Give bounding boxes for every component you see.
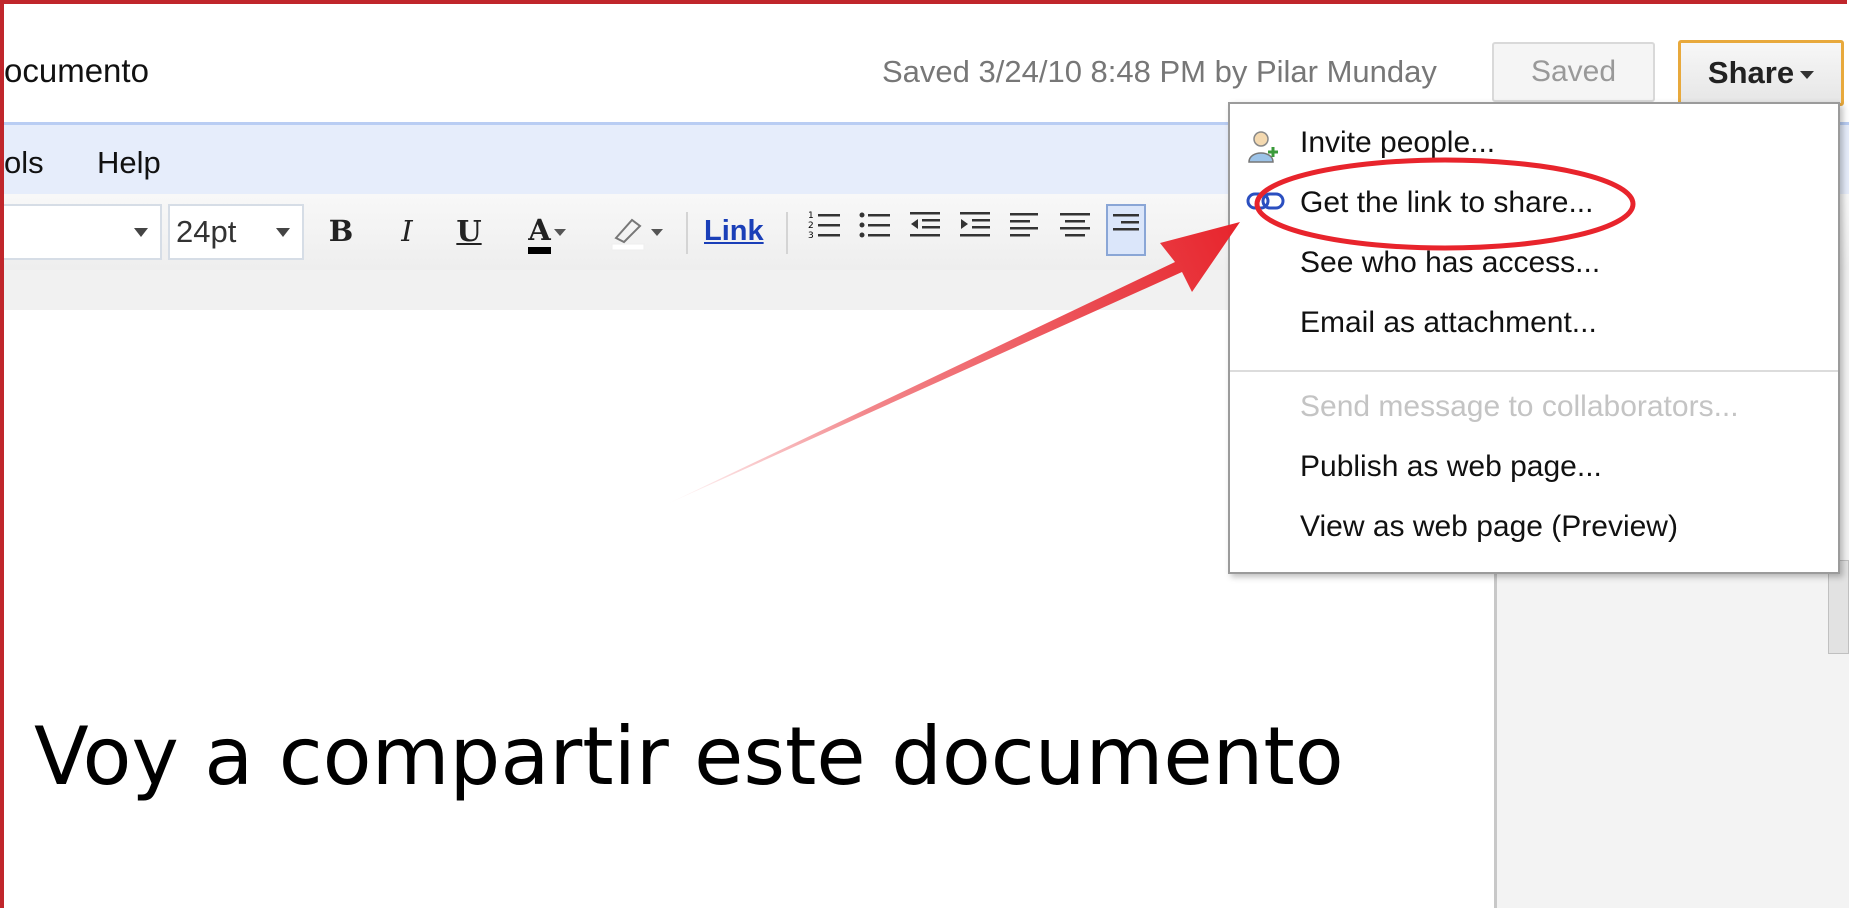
numbered-list-button[interactable]: 123 (808, 208, 842, 254)
chevron-down-icon (650, 228, 663, 236)
share-button-label: Share (1707, 55, 1795, 90)
chevron-down-icon (276, 228, 290, 237)
numbered-list-icon: 123 (808, 211, 840, 241)
align-left-button[interactable] (1008, 208, 1042, 254)
chevron-down-icon (134, 228, 148, 237)
menu-item-send-message: Send message to collaborators... (1300, 390, 1739, 423)
align-right-button[interactable] (1106, 204, 1146, 256)
text-color-button[interactable]: A (512, 208, 582, 254)
bulleted-list-icon (859, 212, 890, 238)
save-status-text: Saved 3/24/10 8:48 PM by Pilar Munday (882, 54, 1437, 89)
chevron-down-icon (553, 228, 566, 236)
decrease-indent-button[interactable] (908, 208, 942, 254)
link-icon (1246, 192, 1285, 210)
align-right-icon (1113, 214, 1139, 231)
svg-text:3: 3 (808, 231, 814, 241)
align-center-button[interactable] (1058, 208, 1092, 254)
increase-indent-button[interactable] (958, 208, 992, 254)
bulleted-list-button[interactable] (858, 208, 892, 254)
invite-people-icon (1248, 131, 1278, 163)
menu-help[interactable]: Help (97, 145, 161, 181)
menu-item-publish[interactable]: Publish as web page... (1300, 450, 1602, 484)
menu-item-see-access[interactable]: See who has access... (1300, 246, 1600, 280)
highlighter-icon (611, 218, 644, 251)
menu-divider (1230, 370, 1838, 372)
font-size-value: 24pt (176, 214, 237, 249)
outdent-icon (910, 212, 940, 237)
link-button[interactable]: Link (704, 208, 764, 254)
align-left-icon (1010, 213, 1038, 237)
font-family-select[interactable] (4, 204, 162, 260)
font-size-select[interactable]: 24pt (168, 204, 304, 260)
menu-item-view-preview[interactable]: View as web page (Preview) (1300, 510, 1678, 544)
underline-button[interactable]: U (452, 208, 486, 254)
menu-item-get-link[interactable]: Get the link to share... (1300, 186, 1593, 220)
chevron-down-icon (1800, 70, 1815, 79)
toolbar-divider (786, 212, 788, 254)
document-body-text[interactable]: Voy a compartir este documento (34, 710, 1344, 803)
share-button[interactable]: Share (1678, 40, 1844, 106)
share-menu: Invite people... Get the link to share..… (1228, 102, 1840, 574)
document-title[interactable]: ocumento (4, 52, 149, 90)
scrollbar-thumb[interactable] (1828, 560, 1849, 654)
menu-item-invite-people[interactable]: Invite people... (1300, 126, 1495, 160)
bold-button[interactable]: B (324, 208, 358, 254)
highlight-color-button[interactable] (600, 208, 670, 254)
svg-text:2: 2 (808, 221, 814, 231)
svg-text:1: 1 (808, 211, 814, 221)
saved-button[interactable]: Saved (1492, 42, 1655, 102)
menu-tools[interactable]: ols (4, 145, 44, 181)
toolbar-divider (686, 212, 688, 254)
indent-icon (960, 212, 990, 237)
italic-button[interactable]: I (390, 208, 424, 254)
text-color-icon: A (528, 213, 551, 254)
menu-item-email-attachment[interactable]: Email as attachment... (1300, 306, 1597, 340)
align-center-icon (1060, 213, 1090, 237)
